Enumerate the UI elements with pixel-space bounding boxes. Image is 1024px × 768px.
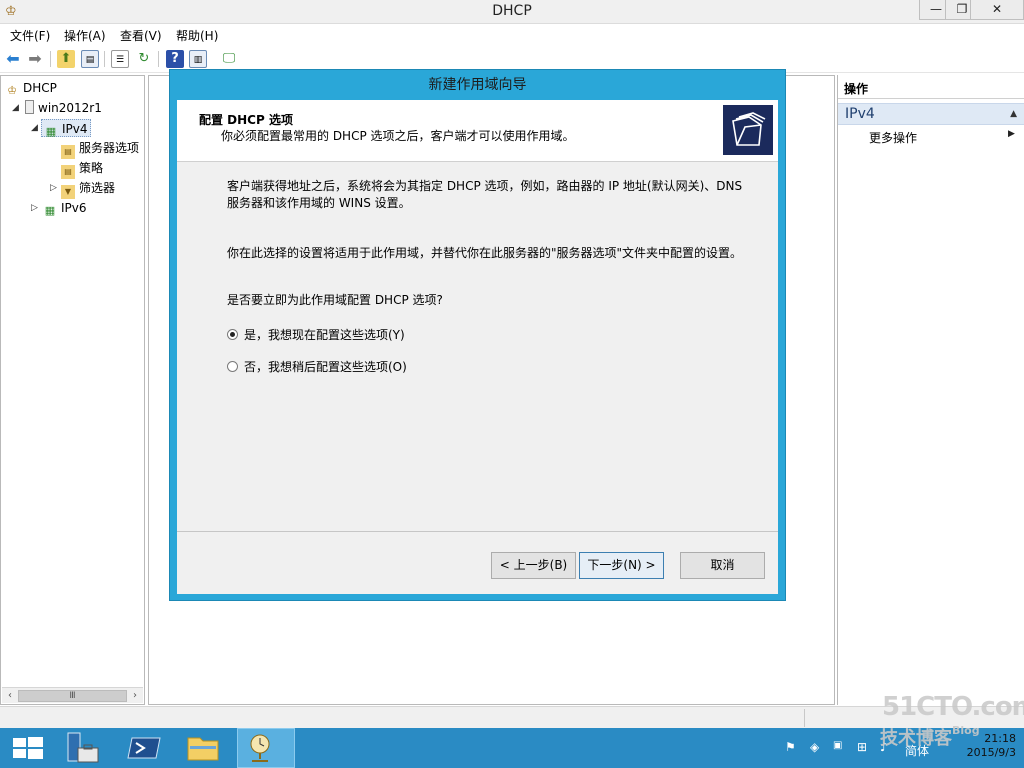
description-text-2: 你在此选择的设置将适用于此作用域，并替代你在此服务器的"服务器选项"文件夹中配置… bbox=[227, 246, 743, 260]
wizard-heading: 配置 DHCP 选项 bbox=[199, 113, 293, 127]
server-manager-icon bbox=[67, 732, 99, 763]
tree-item-label: 服务器选项 bbox=[79, 141, 140, 155]
actions-section-ipv4[interactable]: IPv4 ▲ bbox=[838, 103, 1024, 125]
network-icon[interactable]: ◈ bbox=[810, 740, 819, 754]
ipv6-icon: ▦ bbox=[44, 204, 56, 217]
toolbar-separator bbox=[50, 51, 51, 67]
tree-item-label: DHCP bbox=[23, 81, 57, 95]
dhcp-icon: ♔ bbox=[7, 84, 17, 97]
ipv4-icon: ▦ bbox=[45, 125, 57, 138]
watermark-tag: Blog bbox=[952, 724, 980, 737]
dhcp-clock-icon bbox=[250, 734, 270, 762]
forward-arrow-icon[interactable]: ➡ bbox=[26, 50, 44, 68]
options-icon: ▤ bbox=[61, 145, 75, 159]
vm-icon[interactable]: ▣ bbox=[833, 740, 842, 751]
status-bar bbox=[0, 706, 1024, 728]
flag-icon[interactable]: ⚑ bbox=[785, 740, 796, 754]
up-folder-icon[interactable]: ⬆ bbox=[57, 50, 75, 68]
option-yes-radio[interactable]: 是，我想现在配置这些选项(Y) bbox=[227, 327, 405, 343]
tree-item-server-options[interactable]: ▤ 服务器选项 bbox=[61, 139, 140, 159]
title-bar: ♔ DHCP — ❐ ✕ bbox=[0, 0, 1024, 24]
policy-icon: ▤ bbox=[61, 165, 75, 179]
collapse-arrow-icon[interactable]: ◢ bbox=[12, 103, 19, 113]
menu-help[interactable]: 帮助(H) bbox=[176, 27, 218, 44]
back-button[interactable]: < 上一步(B) bbox=[491, 552, 576, 579]
properties-icon[interactable]: ☰ bbox=[111, 50, 129, 68]
scroll-thumb[interactable]: Ⅲ bbox=[18, 690, 127, 702]
close-button[interactable]: ✕ bbox=[970, 0, 1024, 20]
tree-item-dhcp[interactable]: ♔ DHCP bbox=[5, 79, 57, 97]
question-text: 是否要立即为此作用域配置 DHCP 选项? bbox=[227, 293, 443, 307]
status-separator bbox=[804, 709, 805, 727]
refresh-icon[interactable]: ↻ bbox=[135, 50, 153, 68]
menu-view[interactable]: 查看(V) bbox=[120, 27, 162, 44]
start-button[interactable] bbox=[0, 728, 58, 768]
tree-item-ipv4[interactable]: ▦ IPv4 bbox=[41, 119, 91, 138]
file-explorer-button[interactable] bbox=[174, 728, 232, 768]
tree-item-filters[interactable]: ▼ 筛选器 bbox=[61, 179, 116, 199]
scroll-right-icon[interactable]: › bbox=[128, 689, 142, 703]
scroll-left-icon[interactable]: ‹ bbox=[3, 689, 17, 703]
cancel-button[interactable]: 取消 bbox=[680, 552, 765, 579]
show-tree-icon[interactable]: ▤ bbox=[81, 50, 99, 68]
submenu-arrow-icon: ▶ bbox=[1008, 129, 1015, 139]
dhcp-taskbar-button[interactable] bbox=[237, 728, 295, 768]
wizard-subheading: 你必须配置最常用的 DHCP 选项之后，客户端才可以使用作用域。 bbox=[221, 129, 575, 143]
powershell-button[interactable] bbox=[116, 728, 174, 768]
filter-icon: ▼ bbox=[61, 185, 75, 199]
actions-pane: 操作 IPv4 ▲ 更多操作 ▶ bbox=[837, 75, 1024, 705]
actions-section-label: IPv4 bbox=[845, 106, 875, 122]
monitor-icon[interactable]: 🖵 bbox=[220, 50, 238, 68]
action-pane-icon[interactable]: ▥ bbox=[189, 50, 207, 68]
help-icon[interactable]: ? bbox=[166, 50, 184, 68]
tree-horizontal-scrollbar[interactable]: ‹ Ⅲ › bbox=[2, 687, 143, 703]
back-arrow-icon[interactable]: ⬅ bbox=[4, 50, 22, 68]
more-actions[interactable]: 更多操作 bbox=[869, 129, 917, 146]
option-no-radio[interactable]: 否，我想稍后配置这些选项(O) bbox=[227, 359, 407, 375]
server-manager-button[interactable] bbox=[58, 728, 116, 768]
collapse-arrow-icon[interactable]: ◢ bbox=[31, 123, 38, 133]
network-monitor-icon[interactable]: ⊞ bbox=[857, 740, 867, 754]
tree-item-label: IPv4 bbox=[62, 122, 88, 136]
wizard-header: 配置 DHCP 选项 你必须配置最常用的 DHCP 选项之后，客户端才可以使用作… bbox=[177, 100, 778, 162]
watermark-site: 51CTO.com bbox=[882, 692, 1024, 722]
next-button[interactable]: 下一步(N) > bbox=[579, 552, 664, 579]
new-scope-wizard-dialog: 新建作用域向导 配置 DHCP 选项 你必须配置最常用的 DHCP 选项之后，客… bbox=[169, 69, 786, 601]
radio-selected-icon[interactable] bbox=[227, 329, 238, 340]
tree-item-server[interactable]: win2012r1 bbox=[25, 99, 102, 117]
toolbar-separator bbox=[104, 51, 105, 67]
menu-file[interactable]: 文件(F) bbox=[10, 27, 50, 44]
menu-action[interactable]: 操作(A) bbox=[64, 27, 106, 44]
footer-divider bbox=[177, 531, 778, 532]
expand-arrow-icon[interactable]: ▷ bbox=[31, 203, 38, 213]
windows-logo-icon bbox=[13, 737, 43, 759]
description-text-1: 客户端获得地址之后，系统将会为其指定 DHCP 选项，例如，路由器的 IP 地址… bbox=[227, 179, 743, 210]
tree-item-label: 筛选器 bbox=[79, 181, 116, 195]
option-no-label: 否，我想稍后配置这些选项(O) bbox=[244, 360, 407, 374]
watermark-blog: 技术博客Blog bbox=[880, 724, 980, 750]
radio-unselected-icon[interactable] bbox=[227, 361, 238, 372]
option-yes-label: 是，我想现在配置这些选项(Y) bbox=[244, 328, 405, 342]
menu-bar: 文件(F) 操作(A) 查看(V) 帮助(H) bbox=[0, 24, 1024, 46]
console-tree: ♔ DHCP ◢ win2012r1 ◢ ▦ IPv4 ▤ 服务器选项 ▤ 策略 ▷ ▼… bbox=[0, 75, 145, 705]
collapse-up-icon[interactable]: ▲ bbox=[1010, 104, 1017, 124]
toolbar-separator bbox=[158, 51, 159, 67]
dialog-title: 新建作用域向导 bbox=[428, 77, 527, 93]
taskbar: ⚑ ◈ ▣ ⊞ ♪ 简体 21:18 2015/9/3 bbox=[0, 728, 1024, 768]
watermark-blog-text: 技术博客 bbox=[880, 728, 952, 749]
dialog-body: 配置 DHCP 选项 你必须配置最常用的 DHCP 选项之后，客户端才可以使用作… bbox=[177, 100, 778, 594]
expand-arrow-icon[interactable]: ▷ bbox=[50, 183, 57, 193]
tree-item-ipv6[interactable]: ▦ IPv6 bbox=[43, 199, 87, 217]
tree-item-label: IPv6 bbox=[61, 201, 87, 215]
wizard-folders-icon bbox=[723, 105, 773, 155]
actions-header: 操作 bbox=[838, 79, 1024, 99]
tree-item-policies[interactable]: ▤ 策略 bbox=[61, 159, 104, 179]
window-title: DHCP bbox=[492, 3, 532, 19]
folder-icon bbox=[187, 737, 219, 761]
tree-item-label: win2012r1 bbox=[38, 101, 102, 115]
tree-item-label: 策略 bbox=[79, 161, 104, 175]
server-icon bbox=[25, 100, 34, 114]
powershell-icon bbox=[127, 737, 161, 759]
